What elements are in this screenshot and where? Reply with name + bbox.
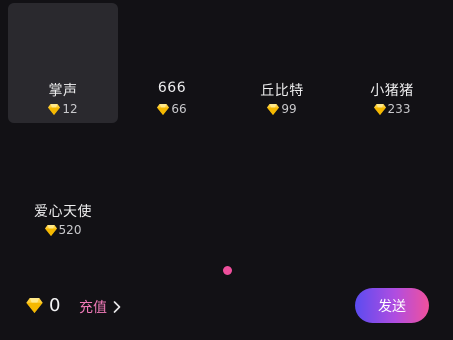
gift-price-value: 99 [281,102,297,116]
gift-price: 99 [227,102,337,116]
gift-price-value: 66 [171,102,187,116]
gift-item-love-angel[interactable]: 爱心天使 520 [8,124,118,244]
page-indicator-dot [223,266,232,275]
chevron-right-icon [113,301,121,313]
gift-grid: 掌声 12 666 66 丘比特 99 小猪猪 233 爱心天使 520 [0,0,453,250]
gift-name: 666 [157,80,187,96]
diamond-gem-icon [157,103,170,115]
gift-price-value: 12 [62,102,78,116]
diamond-gem-icon [373,103,386,115]
balance-value: 0 [49,295,61,316]
gift-price-value: 520 [58,223,82,237]
send-button[interactable]: 发送 [355,288,429,323]
gift-price: 12 [8,102,118,116]
gift-name: 小猪猪 [370,83,414,99]
diamond-gem-icon [267,103,280,115]
gift-item-piggy[interactable]: 小猪猪 233 [337,3,447,123]
gift-item-applause[interactable]: 掌声 12 [8,3,118,123]
gift-name: 丘比特 [260,83,304,99]
bottom-bar: 0 充值 发送 [0,285,453,330]
diamond-gem-icon [48,103,61,115]
gift-price: 66 [117,102,227,116]
diamond-gem-icon [44,224,57,236]
gift-item-cupid[interactable]: 丘比特 99 [227,3,337,123]
gift-price-value: 233 [387,102,411,116]
gift-price: 520 [8,223,118,237]
gift-name: 爱心天使 [34,204,92,220]
gift-item-666[interactable]: 666 66 [117,3,227,123]
recharge-link[interactable]: 充值 [79,297,121,317]
recharge-label: 充值 [79,300,107,316]
diamond-gem-icon [26,298,43,313]
gift-name: 掌声 [48,83,78,99]
gift-price: 233 [337,102,447,116]
